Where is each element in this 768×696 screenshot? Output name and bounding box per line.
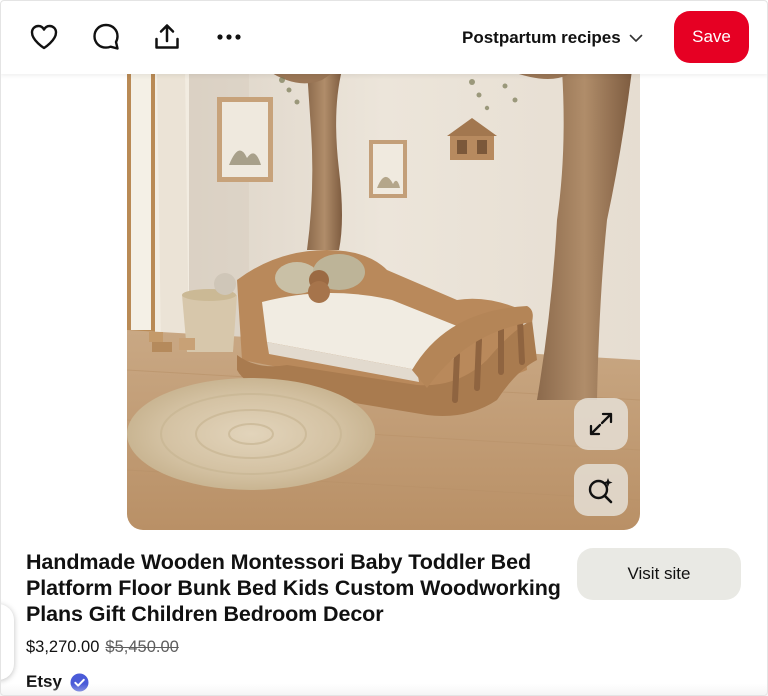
- side-thumbnail[interactable]: [0, 604, 14, 680]
- visit-site-button[interactable]: Visit site: [577, 548, 741, 600]
- pin-image[interactable]: [127, 70, 640, 530]
- board-name: Postpartum recipes: [462, 28, 621, 47]
- expand-icon: [589, 412, 613, 436]
- chevron-down-icon: [629, 34, 643, 43]
- more-icon[interactable]: [212, 20, 246, 54]
- nursery-bed-photo: [127, 70, 640, 530]
- visual-search-icon: [588, 478, 613, 504]
- visual-search-button[interactable]: [574, 464, 628, 516]
- pin-toolbar: Postpartum recipes Save: [0, 0, 768, 74]
- pin-closeup-page: Postpartum recipes Save Handmade Wooden …: [0, 0, 768, 696]
- save-button[interactable]: Save: [674, 11, 749, 63]
- comment-icon[interactable]: [89, 20, 123, 54]
- bottom-edge: [0, 684, 768, 696]
- original-price: $5,450.00: [105, 638, 179, 656]
- board-selector[interactable]: Postpartum recipes: [462, 22, 643, 54]
- price-row: $3,270.00 $5,450.00: [26, 638, 179, 657]
- expand-button[interactable]: [574, 398, 628, 450]
- pin-title: Handmade Wooden Montessori Baby Toddler …: [26, 550, 561, 626]
- heart-icon[interactable]: [27, 20, 61, 54]
- share-icon[interactable]: [150, 20, 184, 54]
- current-price: $3,270.00: [26, 638, 100, 656]
